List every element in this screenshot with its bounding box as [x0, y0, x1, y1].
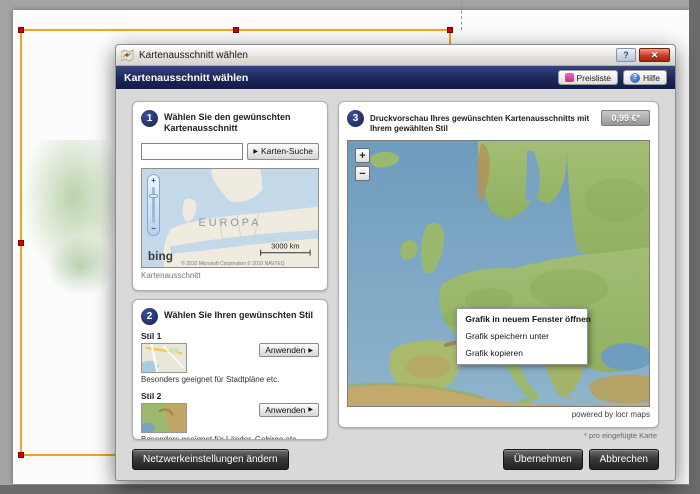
dialog-titlebar[interactable]: Kartenausschnitt wählen ? ✕ [116, 45, 675, 66]
header-title: Kartenausschnitt wählen [124, 72, 248, 84]
style2-name: Stil 2 [141, 391, 319, 401]
zoom-out-button[interactable]: − [355, 166, 370, 181]
step1-panel: 1 Wählen Sie den gewünschten Kartenaussc… [132, 101, 328, 291]
dialog-title: Kartenausschnitt wählen [139, 50, 248, 61]
step2-number-badge: 2 [141, 308, 158, 325]
close-button[interactable]: ✕ [639, 48, 670, 62]
map-icon [121, 49, 134, 62]
hilfe-button[interactable]: ? Hilfe [623, 70, 667, 85]
zoom-slider-track[interactable] [152, 187, 155, 223]
powered-by-label: powered by locr maps [347, 407, 650, 419]
zoom-in-button[interactable]: + [355, 148, 370, 163]
step1-title: Wählen Sie den gewünschten Kartenausschn… [164, 110, 319, 135]
app-frame-edge [0, 485, 700, 494]
apply-button[interactable]: Übernehmen [503, 449, 583, 470]
map-preview-image [348, 141, 649, 406]
network-settings-button[interactable]: Netzwerkeinstellungen ändern [132, 449, 289, 470]
style2-apply-button[interactable]: Anwenden ▶ [259, 403, 319, 417]
map-selection-dialog: Kartenausschnitt wählen ? ✕ Kartenaussch… [115, 44, 676, 481]
style2-apply-label: Anwenden [265, 405, 305, 415]
overview-map[interactable]: EUROPA 3000 km bing © 2010 Microsoft Cor… [141, 168, 319, 268]
hilfe-label: Hilfe [643, 73, 660, 83]
selection-handle[interactable] [18, 452, 24, 458]
dialog-header-bar: Kartenausschnitt wählen Preisliste ? Hil… [116, 66, 675, 89]
context-menu-item-save[interactable]: Grafik speichern unter [459, 328, 585, 345]
right-column: 3 Druckvorschau Ihres gewünschten Karten… [338, 101, 659, 440]
cancel-button[interactable]: Abbrechen [589, 449, 659, 470]
price-footnote: * pro eingefügte Karte [338, 428, 659, 440]
style1-apply-label: Anwenden [265, 345, 305, 355]
overview-map-image: EUROPA 3000 km bing © 2010 Microsoft Cor… [142, 169, 318, 267]
question-icon: ? [623, 50, 629, 60]
preisliste-button[interactable]: Preisliste [558, 70, 618, 85]
left-column: 1 Wählen Sie den gewünschten Kartenaussc… [132, 101, 328, 440]
map-zoom-control[interactable]: + − [147, 174, 160, 236]
selection-handle[interactable] [18, 240, 24, 246]
context-menu-item-open[interactable]: Grafik in neuem Fenster öffnen [459, 311, 585, 328]
selection-handle[interactable] [18, 27, 24, 33]
minimap-caption: Kartenausschnitt [141, 271, 319, 280]
app-frame-edge [689, 0, 700, 494]
selection-handle[interactable] [233, 27, 239, 33]
step1-number-badge: 1 [141, 110, 158, 127]
scale-label: 3000 km [271, 241, 299, 250]
step3-title: Druckvorschau Ihres gewünschten Kartenau… [370, 110, 595, 134]
context-menu-item-copy[interactable]: Grafik kopieren [459, 345, 585, 362]
style1-description: Besonders geeignet für Stadtpläne etc. [141, 375, 319, 385]
style1-apply-button[interactable]: Anwenden ▶ [259, 343, 319, 357]
zoom-out-icon[interactable]: − [151, 225, 156, 233]
step3-number-badge: 3 [347, 110, 364, 127]
map-search-input[interactable] [141, 143, 243, 160]
preview-zoom-controls: + − [355, 148, 370, 181]
style2-thumbnail[interactable] [141, 403, 187, 433]
map-copyright: © 2010 Microsoft Corporation © 2010 NAVT… [181, 259, 284, 266]
step2-title: Wählen Sie Ihren gewünschten Stil [164, 308, 313, 321]
dialog-footer: Netzwerkeinstellungen ändern Übernehmen … [116, 442, 675, 480]
header-buttons: Preisliste ? Hilfe [558, 70, 668, 85]
play-icon: ▶ [308, 406, 313, 413]
region-label: EUROPA [199, 217, 262, 229]
style2-description: Besonders geeignet für Länder, Gebirge e… [141, 435, 319, 440]
play-icon: ▶ [308, 347, 313, 354]
guide-line [461, 0, 462, 30]
map-search-label: Karten-Suche [261, 146, 313, 156]
titlebar-help-button[interactable]: ? [616, 48, 636, 62]
price-tag-icon [565, 73, 574, 82]
play-icon: ▶ [253, 148, 258, 155]
step2-panel: 2 Wählen Sie Ihren gewünschten Stil Stil… [132, 299, 328, 440]
selection-handle[interactable] [447, 27, 453, 33]
close-icon: ✕ [651, 50, 659, 61]
price-badge: 0,99 €* [601, 110, 650, 126]
bing-logo: bing [148, 248, 173, 262]
context-menu: Grafik in neuem Fenster öffnen Grafik sp… [456, 308, 588, 365]
dialog-content: 1 Wählen Sie den gewünschten Kartenaussc… [116, 89, 675, 442]
map-search-button[interactable]: ▶ Karten-Suche [247, 143, 319, 160]
zoom-in-icon[interactable]: + [151, 177, 156, 185]
zoom-slider-handle[interactable] [149, 194, 158, 198]
preisliste-label: Preisliste [577, 73, 611, 83]
map-preview[interactable]: + − Grafik in neuem Fenster öffnen Grafi… [347, 140, 650, 407]
step3-panel: 3 Druckvorschau Ihres gewünschten Karten… [338, 101, 659, 428]
style1-thumbnail[interactable] [141, 343, 187, 373]
titlebar-buttons: ? ✕ [616, 48, 670, 62]
style1-name: Stil 1 [141, 331, 319, 341]
help-icon: ? [630, 73, 640, 83]
